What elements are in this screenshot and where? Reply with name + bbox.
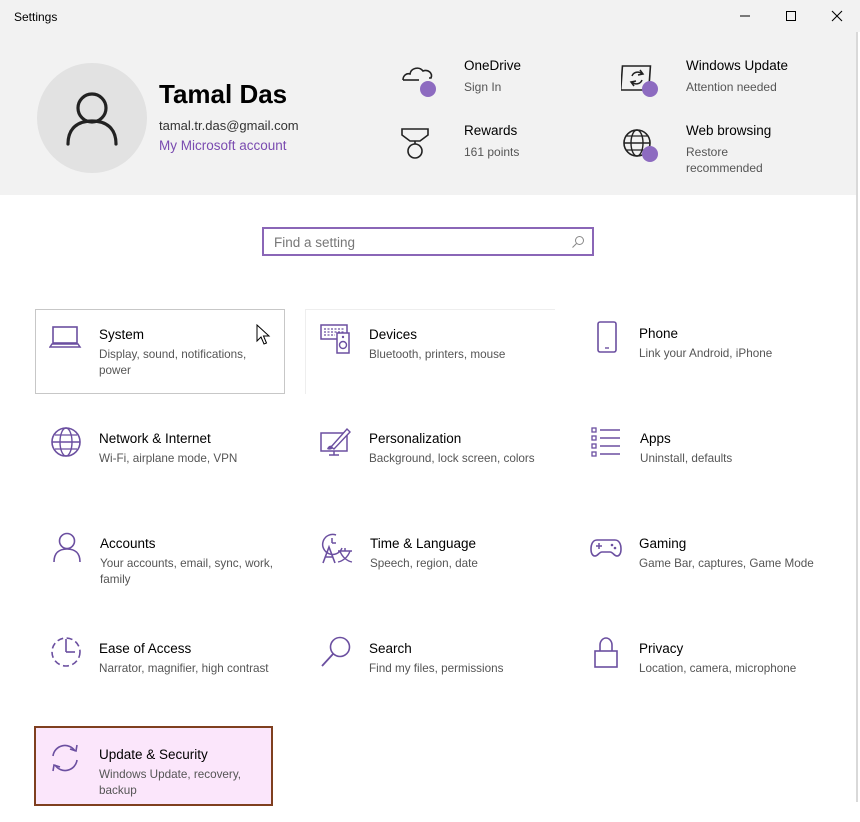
tile-privacy[interactable]: Privacy Location, camera, microphone: [576, 624, 826, 709]
tile-description: Find my files, permissions: [369, 662, 504, 675]
minimize-icon: [740, 15, 750, 17]
tile-description: Narrator, magnifier, high contrast: [99, 662, 269, 675]
rewards-item[interactable]: Rewards 161 points: [399, 123, 599, 167]
devices-icon: [320, 324, 350, 354]
windows-update-icon: [621, 65, 658, 97]
account-header: Tamal Das tamal.tr.das@gmail.com My Micr…: [0, 32, 857, 195]
tile-apps[interactable]: Apps Uninstall, defaults: [577, 414, 827, 499]
tile-ease-of-access[interactable]: Ease of Access Narrator, magnifier, high…: [36, 624, 286, 709]
search-input[interactable]: [274, 233, 564, 251]
windows-update-title: Windows Update: [686, 58, 789, 73]
globe-icon: [51, 427, 81, 457]
windows-update-status: Attention needed: [686, 80, 777, 94]
tile-accounts[interactable]: Accounts Your accounts, email, sync, wor…: [37, 519, 287, 604]
rewards-points: 161 points: [464, 145, 520, 159]
tile-title: Devices: [369, 327, 418, 342]
tile-description: Background, lock screen, colors: [369, 452, 535, 465]
tile-title: Time & Language: [370, 536, 477, 551]
tile-description: Wi-Fi, airplane mode, VPN: [99, 452, 238, 465]
mouse-pointer-icon: [256, 324, 271, 345]
phone-icon: [597, 321, 617, 353]
tile-title: Phone: [639, 326, 679, 341]
tile-title: Privacy: [639, 641, 684, 656]
tile-title: Update & Security: [99, 747, 208, 762]
tile-update-security[interactable]: Update & Security Windows Update, recove…: [34, 726, 273, 806]
gamepad-icon: [590, 539, 622, 557]
tile-title: Apps: [640, 431, 671, 446]
personalization-icon: [320, 427, 351, 456]
tile-title: System: [99, 327, 145, 342]
tile-title: Network & Internet: [99, 431, 211, 446]
tile-title: Accounts: [100, 536, 156, 551]
window-title: Settings: [14, 10, 58, 24]
user-email: tamal.tr.das@gmail.com: [159, 118, 299, 133]
tile-title: Search: [369, 641, 412, 656]
onedrive-icon: [402, 67, 436, 97]
tile-description: Link your Android, iPhone: [639, 347, 773, 360]
tile-title: Ease of Access: [99, 641, 192, 656]
tile-description: Your accounts, email, sync, work, family: [100, 557, 274, 586]
ease-of-access-icon: [51, 637, 81, 667]
close-button[interactable]: [814, 0, 860, 32]
tile-description: Uninstall, defaults: [640, 452, 733, 465]
close-icon: [831, 10, 843, 22]
tile-title: Personalization: [369, 431, 462, 446]
lock-icon: [594, 637, 618, 668]
time-language-icon: [321, 533, 353, 564]
tile-description: Game Bar, captures, Game Mode: [639, 557, 814, 570]
scrollbar[interactable]: [856, 32, 858, 802]
onedrive-status: Sign In: [464, 80, 502, 94]
tile-network-internet[interactable]: Network & Internet Wi-Fi, airplane mode,…: [36, 414, 286, 499]
tile-title: Gaming: [639, 536, 687, 551]
search-box[interactable]: [262, 227, 594, 256]
tile-devices[interactable]: Devices Bluetooth, printers, mouse: [305, 309, 555, 394]
windows-update-item[interactable]: Windows Update Attention needed: [621, 58, 851, 102]
search-magnifier-icon[interactable]: [571, 235, 585, 249]
web-browsing-title: Web browsing: [686, 123, 772, 138]
tile-time-language[interactable]: Time & Language Speech, region, date: [307, 519, 557, 604]
rewards-title: Rewards: [464, 123, 518, 138]
tile-description: Bluetooth, printers, mouse: [369, 348, 506, 361]
apps-icon: [591, 427, 620, 457]
tile-system[interactable]: System Display, sound, notifications, po…: [35, 309, 285, 394]
tile-description: Location, camera, microphone: [639, 662, 797, 675]
tile-description: Display, sound, notifications, power: [99, 348, 247, 377]
person-icon: [53, 532, 81, 563]
microsoft-account-link[interactable]: My Microsoft account: [159, 138, 287, 153]
web-browsing-icon: [623, 129, 658, 162]
title-bar: Settings: [0, 0, 860, 32]
user-silhouette-icon: [66, 92, 118, 146]
tile-search[interactable]: Search Find my files, permissions: [306, 624, 556, 709]
maximize-icon: [786, 11, 796, 21]
update-icon: [52, 744, 78, 772]
avatar[interactable]: [37, 63, 147, 173]
search-icon: [321, 636, 351, 667]
onedrive-item[interactable]: OneDrive Sign In: [399, 58, 599, 102]
tile-phone[interactable]: Phone Link your Android, iPhone: [576, 309, 826, 394]
tile-description: Windows Update, recovery, backup: [99, 768, 242, 797]
maximize-button[interactable]: [768, 0, 814, 32]
user-name: Tamal Das: [159, 79, 288, 109]
minimize-button[interactable]: [722, 0, 768, 32]
rewards-icon: [401, 128, 429, 159]
onedrive-title: OneDrive: [464, 58, 522, 73]
web-browsing-status: Restore recommended: [686, 145, 763, 175]
tile-personalization[interactable]: Personalization Background, lock screen,…: [306, 414, 556, 499]
tile-description: Speech, region, date: [370, 557, 478, 570]
tile-gaming[interactable]: Gaming Game Bar, captures, Game Mode: [576, 519, 826, 604]
laptop-icon: [49, 326, 82, 348]
web-browsing-item[interactable]: Web browsing Restore recommended: [621, 123, 851, 179]
